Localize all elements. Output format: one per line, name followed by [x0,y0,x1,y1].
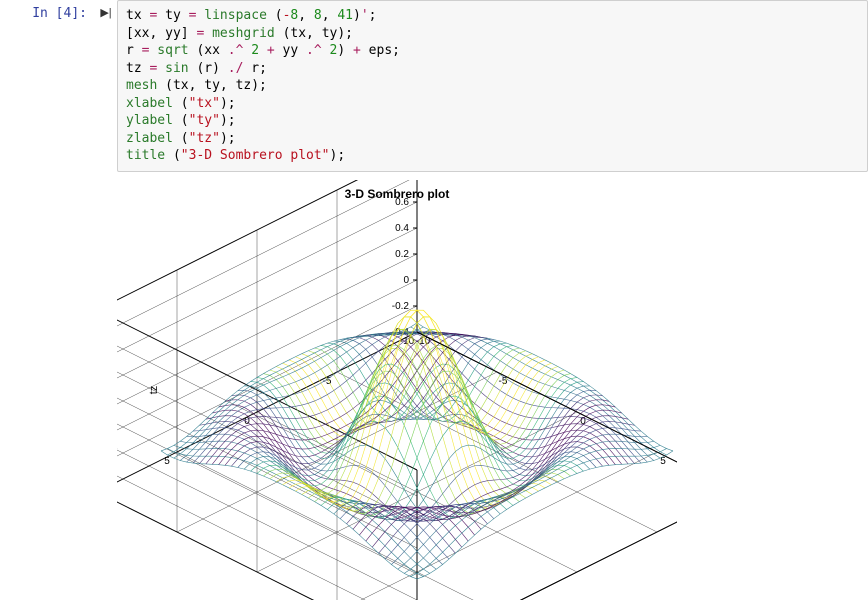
svg-text:0.2: 0.2 [395,249,409,260]
svg-text:-0.2: -0.2 [392,301,410,312]
svg-text:5: 5 [164,456,170,467]
code-input[interactable]: tx = ty = linspace (-8, 8, 41)';[xx, yy]… [117,0,868,172]
plot-title: 3-D Sombrero plot [345,187,450,201]
svg-text:0.8: 0.8 [395,180,409,182]
y-axis-label: ty [117,445,118,457]
svg-text:0: 0 [403,275,409,286]
z-axis-label: tz [148,386,160,395]
notebook-cell: In [4]: ▶| tx = ty = linspace (-8, 8, 41… [0,0,868,172]
svg-text:0.4: 0.4 [395,223,409,234]
cell-output: -0.4-0.200.20.40.60.81-10-50510-10-50510… [117,172,868,603]
sombrero-plot: -0.4-0.200.20.40.60.81-10-50510-10-50510… [117,180,677,600]
input-prompt: In [4]: [0,0,95,21]
run-cell-icon[interactable]: ▶| [95,0,117,19]
